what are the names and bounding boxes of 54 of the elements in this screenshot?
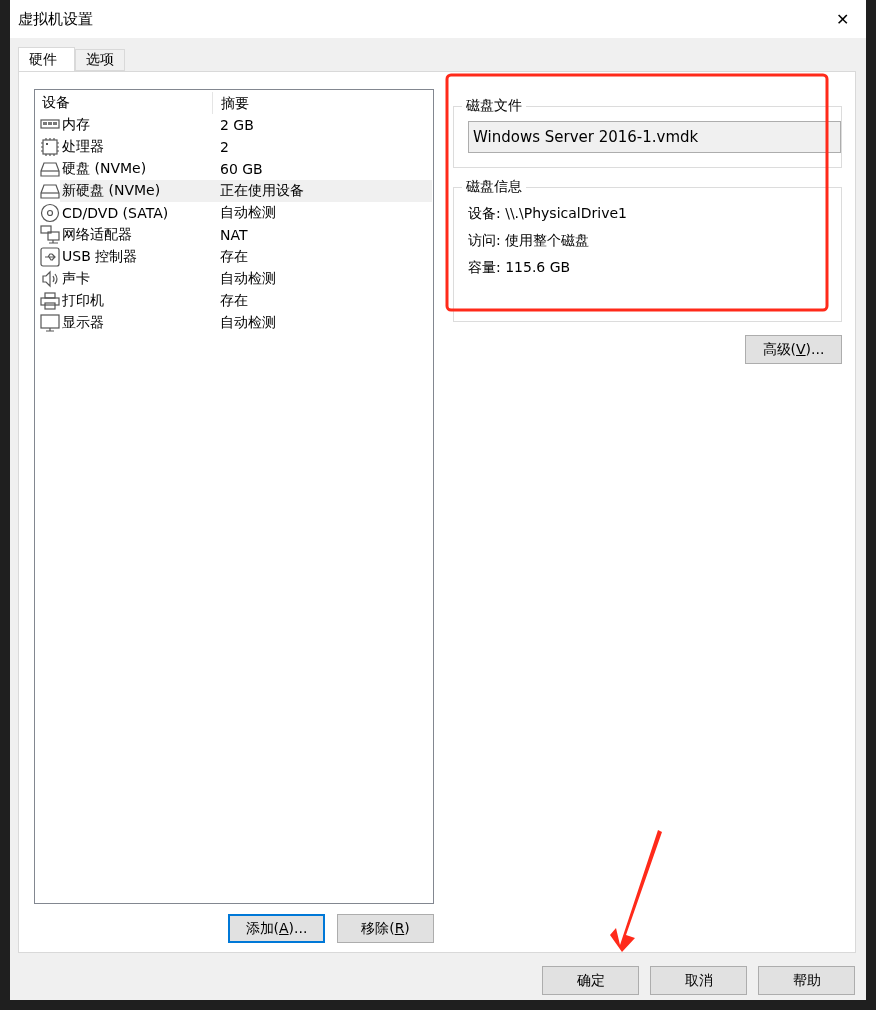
- list-row[interactable]: 显示器 自动检测: [36, 312, 432, 334]
- cpu-icon: [40, 137, 60, 157]
- device-name[interactable]: 处理器: [62, 138, 104, 156]
- display-icon: [40, 313, 60, 333]
- list-row[interactable]: 网络适配器 NAT: [36, 224, 432, 246]
- device-name[interactable]: 声卡: [62, 270, 90, 288]
- device-name[interactable]: USB 控制器: [62, 248, 138, 266]
- list-row[interactable]: 声卡 自动检测: [36, 268, 432, 290]
- usb-icon: [40, 247, 60, 267]
- device-summary: 正在使用设备: [219, 182, 305, 200]
- device-name[interactable]: 内存: [62, 116, 90, 134]
- remove-button[interactable]: 移除(R): [337, 914, 434, 943]
- device-summary: 自动检测: [219, 314, 277, 332]
- info-line: 访问: 使用整个磁盘: [468, 231, 591, 250]
- tab[interactable]: 选项: [75, 49, 125, 71]
- device-summary: 2 GB: [219, 117, 255, 133]
- printer-icon: [40, 291, 60, 311]
- device-name[interactable]: 新硬盘 (NVMe): [62, 182, 161, 200]
- dialog-button[interactable]: 取消: [650, 966, 747, 995]
- close-button[interactable]: ✕: [830, 9, 854, 29]
- column-header[interactable]: 设备: [36, 94, 212, 112]
- device-name[interactable]: 硬盘 (NVMe): [62, 160, 147, 178]
- group-title: 磁盘信息: [465, 178, 523, 196]
- info-line: 容量: 115.6 GB: [468, 258, 572, 277]
- dialog-button[interactable]: 帮助: [758, 966, 855, 995]
- device-summary: 自动检测: [219, 204, 277, 222]
- device-summary: 自动检测: [219, 270, 277, 288]
- list-row[interactable]: USB 控制器 存在: [36, 246, 432, 268]
- device-summary: 60 GB: [219, 161, 264, 177]
- device-summary: 2: [219, 139, 230, 155]
- list-row[interactable]: 打印机 存在: [36, 290, 432, 312]
- column-header[interactable]: 摘要: [212, 92, 432, 114]
- add-button[interactable]: 添加(A)...: [228, 914, 325, 943]
- list-row[interactable]: CD/DVD (SATA) 自动检测: [36, 202, 432, 224]
- group-title: 磁盘文件: [465, 97, 523, 115]
- sound-icon: [40, 269, 60, 289]
- list-row[interactable]: 硬盘 (NVMe) 60 GB: [36, 158, 432, 180]
- disk-file-field[interactable]: Windows Server 2016-1.vmdk: [468, 121, 841, 153]
- device-name[interactable]: 显示器: [62, 314, 104, 332]
- device-name[interactable]: 打印机: [62, 292, 104, 310]
- info-line: 设备: \\.\PhysicalDrive1: [468, 204, 628, 223]
- advanced-button[interactable]: 高级(V)...: [745, 335, 842, 364]
- network-icon: [40, 225, 60, 245]
- device-summary: 存在: [219, 292, 249, 310]
- device-name[interactable]: 网络适配器: [62, 226, 132, 244]
- device-summary: 存在: [219, 248, 249, 266]
- window-title: 虚拟机设置: [18, 9, 93, 29]
- dialog-button[interactable]: 确定: [542, 966, 639, 995]
- tab[interactable]: 硬件: [18, 47, 75, 72]
- device-summary: NAT: [219, 227, 249, 243]
- cdrom-icon: [40, 203, 60, 223]
- list-row[interactable]: 内存 2 GB: [36, 114, 432, 136]
- device-name[interactable]: CD/DVD (SATA): [62, 205, 169, 221]
- list-row[interactable]: 处理器 2: [36, 136, 432, 158]
